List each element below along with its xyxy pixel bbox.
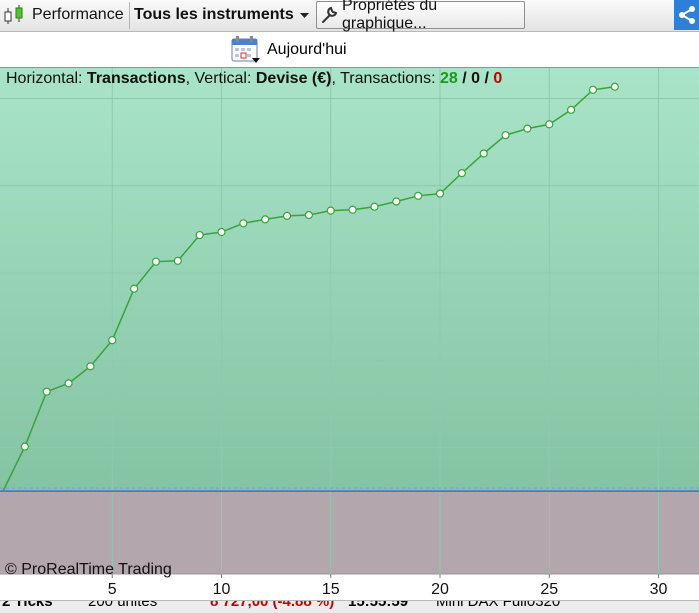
transactions-total: 28	[439, 70, 458, 87]
data-point	[173, 256, 182, 265]
x-tick-label: 30	[650, 581, 668, 598]
ticks-selector[interactable]: 2 Ticks	[2, 601, 53, 610]
performance-button[interactable]: Performance	[2, 1, 128, 29]
candlestick-icon	[2, 4, 28, 26]
data-point	[195, 230, 204, 240]
positive-zone	[0, 68, 699, 492]
calendar-icon	[231, 36, 261, 64]
copyright-text: © ProRealTime Trading	[5, 561, 172, 578]
data-point	[326, 206, 335, 215]
instruments-label: Tous les instruments	[134, 6, 294, 23]
vertical-prefix: , Vertical:	[185, 70, 256, 87]
data-point	[108, 336, 117, 345]
data-point	[217, 227, 226, 237]
data-point	[42, 387, 51, 396]
data-point	[130, 284, 139, 293]
transactions-neutral: 0	[471, 70, 481, 87]
toolbar-divider	[129, 2, 130, 29]
instruments-dropdown[interactable]: Tous les instruments	[134, 1, 312, 29]
data-point	[435, 189, 445, 198]
data-point	[304, 210, 313, 220]
wrench-icon	[320, 6, 338, 24]
data-point	[457, 169, 466, 178]
price-change: 8 727,00 (-4.88 %)	[210, 600, 335, 610]
x-tick-label: 5	[108, 581, 117, 598]
equity-curve-chart: 5 10 15 20 25 30	[0, 68, 699, 600]
clock-time: 15:55:59	[348, 600, 409, 610]
horizontal-value: Transactions	[86, 70, 186, 87]
top-toolbar: Performance Tous les instruments Proprié…	[0, 0, 699, 32]
data-point	[20, 442, 29, 451]
data-point	[86, 362, 95, 371]
data-point	[282, 211, 292, 220]
data-point	[392, 197, 401, 206]
separator-2: /	[480, 70, 494, 87]
data-point	[566, 105, 576, 114]
x-tick-label: 20	[431, 581, 449, 598]
share-button[interactable]	[674, 0, 699, 30]
chart-info-line: Horizontal: Transactions, Vertical: Devi…	[6, 70, 502, 88]
chevron-down-icon	[299, 6, 309, 24]
vertical-value: Devise (€)	[255, 70, 332, 87]
instrument-name: Mini DAX Full0320	[436, 600, 561, 610]
transactions-losing: 0	[493, 70, 503, 87]
chart-properties-label: Propriétés du graphique...	[342, 0, 438, 32]
x-tick-label: 15	[322, 581, 340, 598]
units-selector[interactable]: 200 unités	[88, 601, 157, 610]
data-point	[414, 191, 423, 200]
data-point	[479, 149, 488, 158]
data-point	[64, 379, 73, 388]
date-bar: Aujourd'hui	[0, 32, 699, 68]
data-point	[523, 124, 532, 133]
horizontal-prefix: Horizontal:	[6, 70, 87, 87]
data-point	[348, 205, 357, 214]
share-icon	[677, 5, 697, 29]
data-point	[588, 85, 598, 94]
chart-properties-button[interactable]: Propriétés du graphique...	[316, 0, 525, 32]
data-point	[501, 131, 510, 140]
data-point	[370, 202, 379, 211]
today-label: Aujourd'hui	[267, 41, 347, 58]
data-point	[261, 215, 270, 224]
x-tick-label: 25	[540, 581, 558, 598]
data-point	[545, 120, 554, 129]
data-point	[610, 82, 619, 91]
today-button[interactable]: Aujourd'hui	[231, 36, 347, 64]
data-point	[151, 257, 161, 266]
data-point	[239, 219, 248, 228]
x-tick-label: 10	[213, 581, 231, 598]
transactions-prefix: , Transactions:	[331, 70, 440, 87]
status-bar: 2 Ticks 200 unités 8 727,00 (-4.88 %) 15…	[0, 600, 699, 613]
performance-label: Performance	[32, 6, 124, 23]
separator-1: /	[457, 70, 472, 87]
